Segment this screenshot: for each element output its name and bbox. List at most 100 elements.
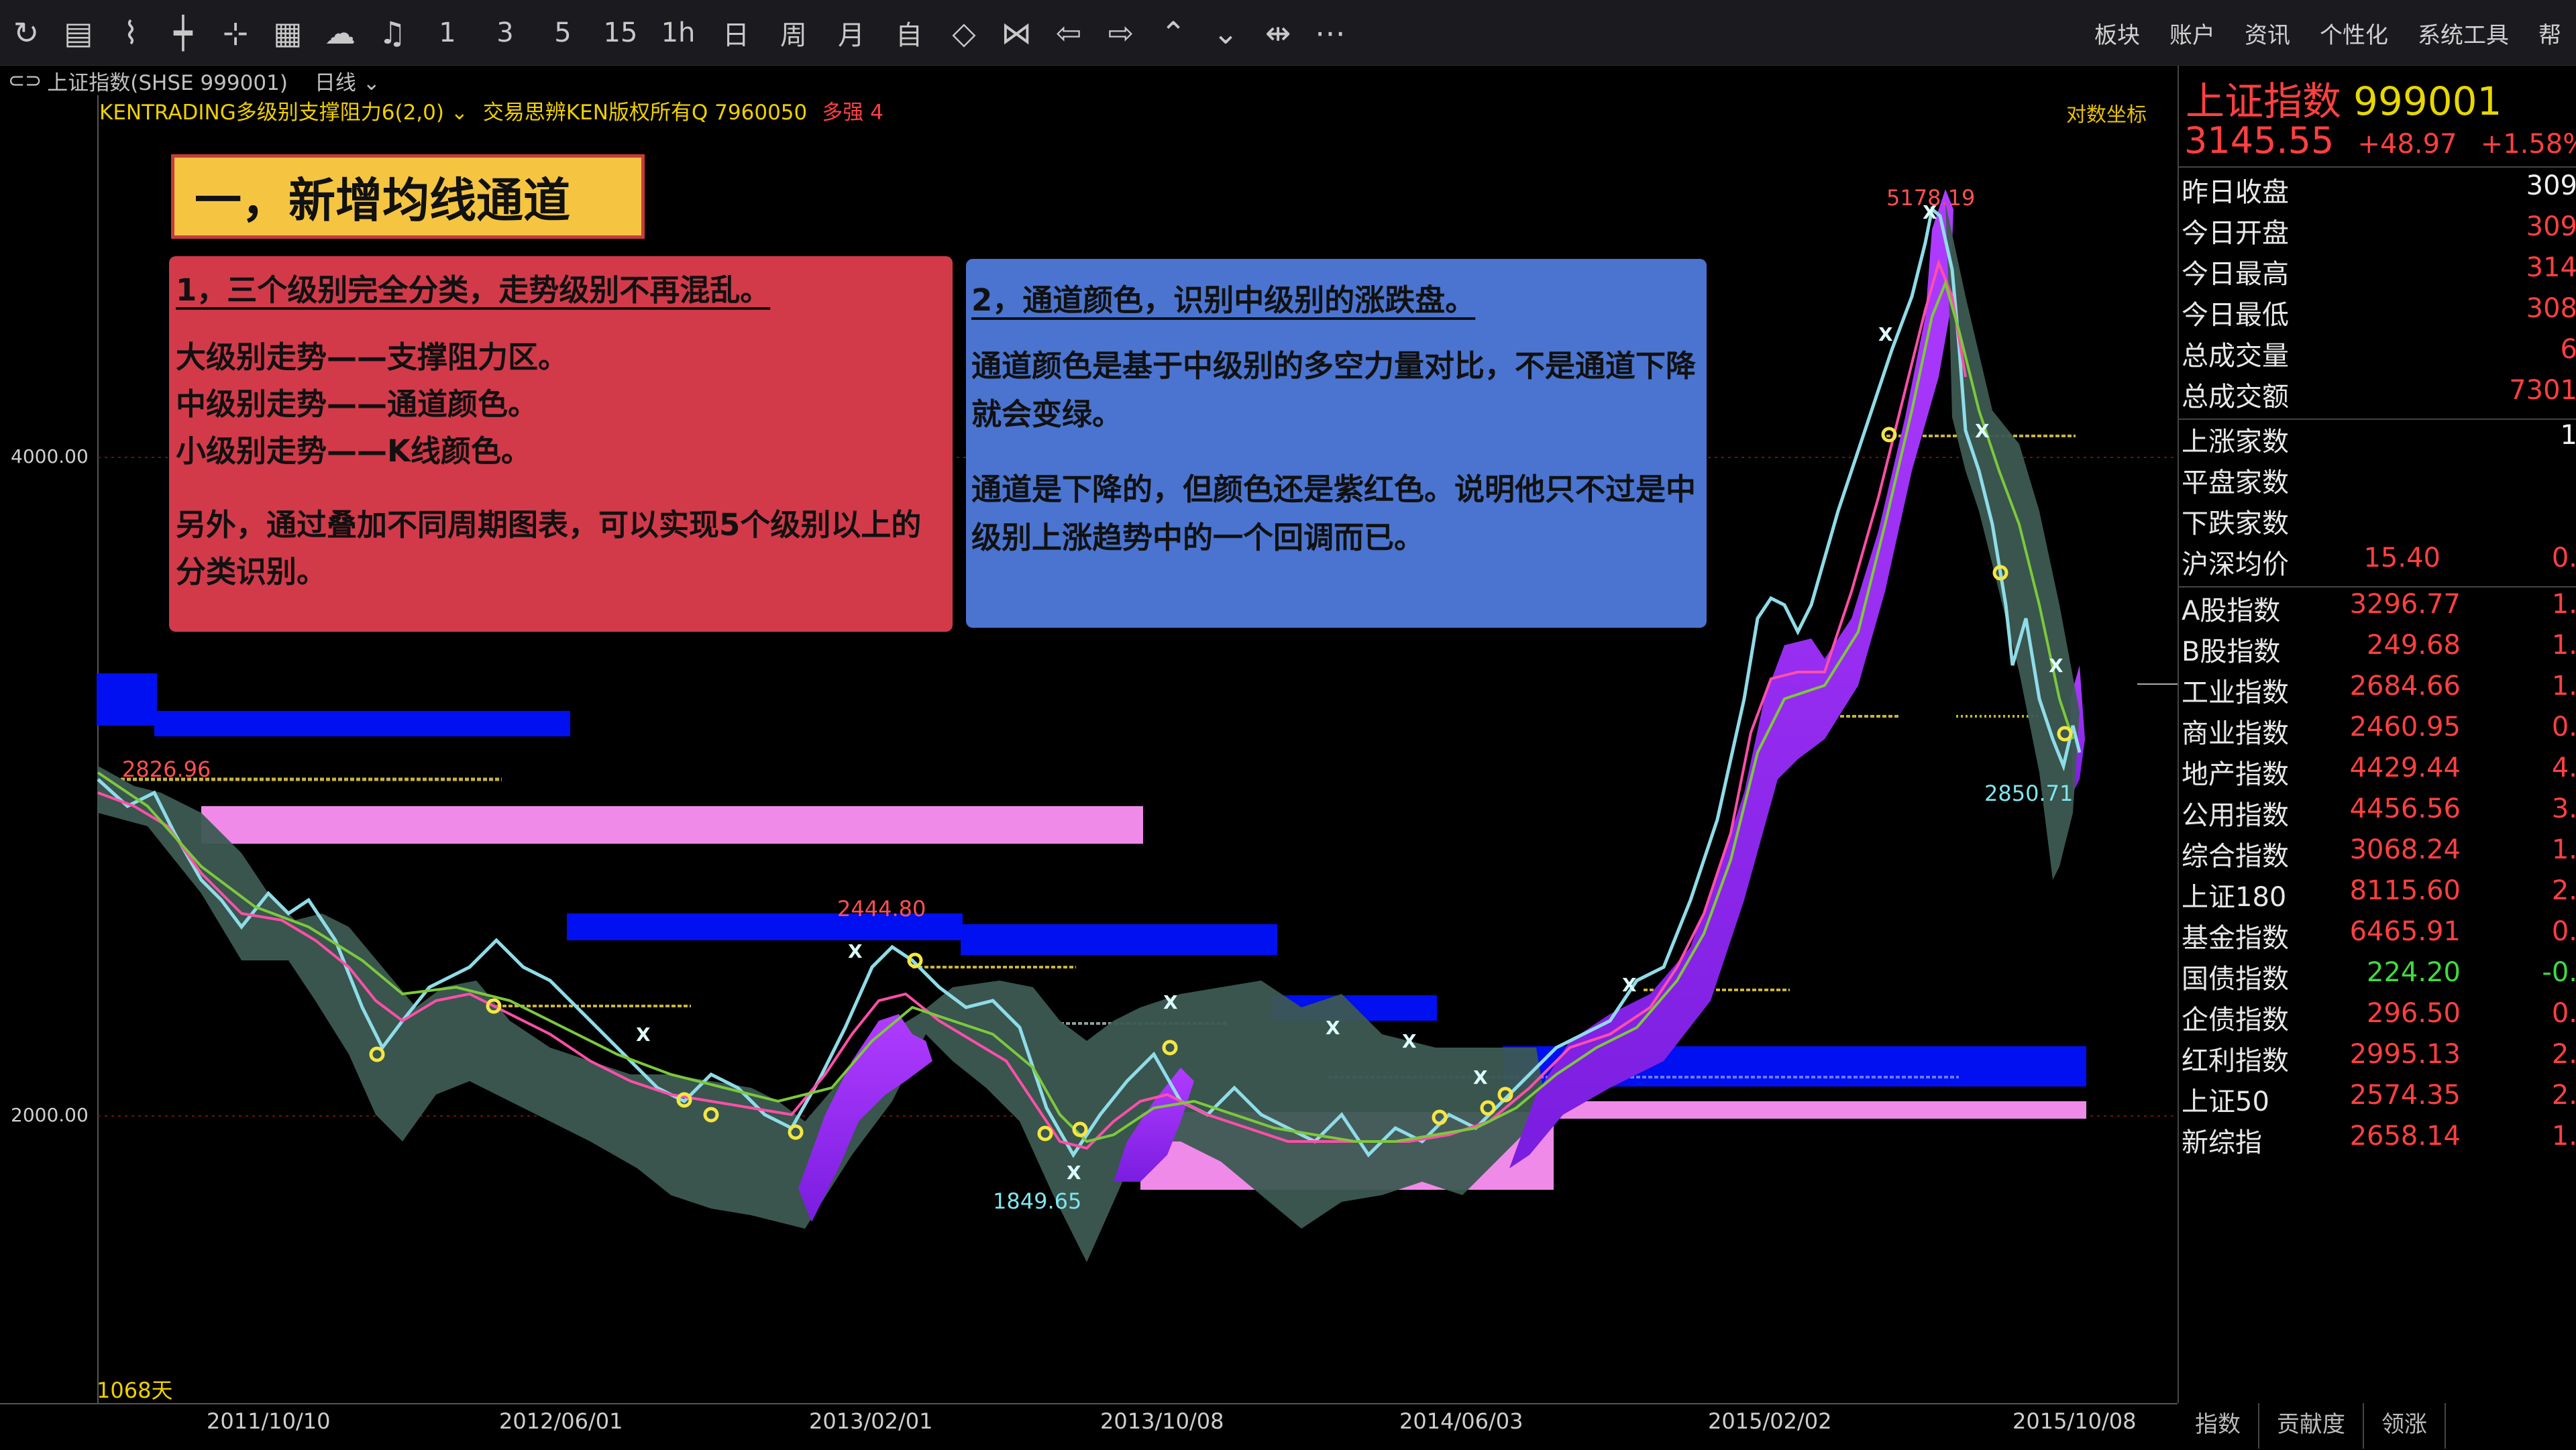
grid-icon[interactable]: ▦ bbox=[262, 0, 314, 66]
red-note-line: 大级别走势——支撑阻力区。 bbox=[176, 339, 569, 375]
tab-index[interactable]: 指数 bbox=[2178, 1403, 2259, 1449]
index-row[interactable]: 红利指数 2995.13 2. bbox=[2179, 1039, 2576, 1080]
quote-panel: 上证指数999001 3145.55 +48.97 +1.58% 昨日收盘309… bbox=[2178, 66, 2576, 1403]
index-row[interactable]: A股指数 3296.77 1. bbox=[2179, 589, 2576, 630]
red-note-line: 小级别走势——K线颜色。 bbox=[176, 433, 531, 469]
fit-icon[interactable]: ⇹ bbox=[1252, 0, 1304, 66]
list-icon[interactable]: ▤ bbox=[52, 0, 105, 66]
menu-news[interactable]: 资讯 bbox=[2230, 17, 2305, 50]
period-15[interactable]: 15 bbox=[592, 0, 649, 66]
toolbar: ↻ ▤ ⌇ ┿ ⊹ ▦ ☁ ♫ 1 3 5 15 1h 日 周 月 自 ◇ ⋈ … bbox=[0, 0, 2576, 66]
left-icon[interactable]: ⇦ bbox=[1042, 0, 1095, 66]
menu-system-tools[interactable]: 系统工具 bbox=[2403, 17, 2524, 50]
period-select[interactable]: 日线 ⌄ bbox=[315, 66, 380, 96]
compare-icon[interactable]: ⋈ bbox=[990, 0, 1042, 66]
index-row[interactable]: 基金指数 6465.91 0. bbox=[2179, 916, 2576, 957]
menu-sector[interactable]: 板块 bbox=[2080, 17, 2155, 50]
quote-name: 上证指数 bbox=[2186, 78, 2342, 124]
ma-channel-neutral bbox=[1945, 203, 2080, 880]
index-row[interactable]: 国债指数 224.20 -0. bbox=[2179, 957, 2576, 998]
menu-personalize[interactable]: 个性化 bbox=[2305, 17, 2403, 50]
index-row[interactable]: 综合指数 3068.24 1. bbox=[2179, 834, 2576, 875]
more-icon[interactable]: ⋯ bbox=[1304, 0, 1356, 66]
period-1h[interactable]: 1h bbox=[649, 0, 707, 66]
quote-change: +48.97 bbox=[2357, 129, 2457, 160]
index-row[interactable]: 公用指数 4456.56 3. bbox=[2179, 793, 2576, 834]
index-row[interactable]: 新综指 2658.14 1. bbox=[2179, 1121, 2576, 1162]
link-icon[interactable]: ⊂⊃ bbox=[8, 69, 42, 93]
svg-text:X: X bbox=[1163, 991, 1178, 1013]
svg-text:X: X bbox=[2049, 655, 2063, 677]
period-5[interactable]: 5 bbox=[534, 0, 592, 66]
date-label: 2015/10/08 bbox=[2012, 1408, 2137, 1434]
stat-row: 总成交量 6 bbox=[2182, 334, 2576, 372]
index-row[interactable]: 上证180 8115.60 2. bbox=[2179, 875, 2576, 916]
index-row[interactable]: B股指数 249.68 1. bbox=[2179, 630, 2576, 671]
kline-icon[interactable]: ⊹ bbox=[209, 0, 262, 66]
period-custom[interactable]: 自 bbox=[880, 0, 938, 66]
candlestick-icon[interactable]: ┿ bbox=[157, 0, 209, 66]
date-label: 2011/10/10 bbox=[207, 1408, 331, 1434]
svg-text:X: X bbox=[1326, 1017, 1340, 1039]
quote-change-pct: +1.58% bbox=[2480, 129, 2576, 160]
svg-text:X: X bbox=[1067, 1162, 1081, 1184]
date-label: 2014/06/03 bbox=[1399, 1408, 1523, 1434]
overlay-icon[interactable]: ◇ bbox=[938, 0, 990, 66]
period-3[interactable]: 3 bbox=[476, 0, 534, 66]
indicator-name[interactable]: KENTRADING多级别支撑阻力6(2,0) ⌄ bbox=[99, 95, 468, 125]
stat-row: 昨日收盘 309 bbox=[2182, 170, 2576, 208]
bell-icon[interactable]: ♫ bbox=[366, 0, 419, 66]
svg-text:X: X bbox=[1473, 1066, 1488, 1089]
date-label: 2013/10/08 bbox=[1100, 1408, 1224, 1434]
tab-contribution[interactable]: 贡献度 bbox=[2259, 1403, 2364, 1449]
breadth-row: 下跌家数 bbox=[2182, 508, 2289, 539]
resistance-zone-blue bbox=[97, 673, 157, 726]
price-2850-label: 2850.71 bbox=[1984, 781, 2074, 806]
svg-text:X: X bbox=[1975, 420, 1990, 442]
index-row[interactable]: 企债指数 296.50 0. bbox=[2179, 998, 2576, 1039]
period-day[interactable]: 日 bbox=[707, 0, 765, 66]
date-label: 2015/02/02 bbox=[1708, 1408, 1832, 1434]
divider bbox=[2179, 166, 2576, 168]
date-label: 2012/06/01 bbox=[499, 1408, 623, 1434]
index-row[interactable]: 工业指数 2684.66 1. bbox=[2179, 671, 2576, 712]
right-icon[interactable]: ⇨ bbox=[1095, 0, 1147, 66]
zoom-out-icon[interactable]: ⌄ bbox=[1199, 0, 1252, 66]
period-month[interactable]: 月 bbox=[822, 0, 880, 66]
log-scale-toggle[interactable]: 对数坐标 bbox=[2066, 98, 2147, 127]
tab-leaders[interactable]: 领涨 bbox=[2364, 1403, 2446, 1449]
line-chart-icon[interactable]: ⌇ bbox=[105, 0, 157, 66]
period-week[interactable]: 周 bbox=[765, 0, 822, 66]
chart-area[interactable]: XXX XXX XXX XXX 5178.19 2826.96 2444.80 … bbox=[0, 95, 2178, 1403]
menu-account[interactable]: 账户 bbox=[2155, 17, 2230, 50]
period-1[interactable]: 1 bbox=[419, 0, 476, 66]
days-counter: 1068天 bbox=[97, 1378, 173, 1403]
support-zone-pink bbox=[1554, 1101, 2086, 1119]
zoom-in-icon[interactable]: ⌃ bbox=[1147, 0, 1199, 66]
axis-label-4000: 4000.00 bbox=[11, 445, 89, 467]
symbol-label: 上证指数(SHSE 999001) bbox=[47, 70, 288, 95]
high-price-label: 5178.19 bbox=[1886, 185, 1976, 211]
svg-text:X: X bbox=[1878, 323, 1893, 345]
svg-text:X: X bbox=[848, 940, 863, 962]
quote-price: 3145.55 bbox=[2184, 119, 2334, 162]
menu-help[interactable]: 帮 bbox=[2524, 17, 2576, 50]
trend-strength: 多强 4 bbox=[822, 100, 883, 125]
resistance-zone-blue bbox=[961, 924, 1277, 955]
copyright-label: 交易思辨KEN版权所有Q 7960050 bbox=[482, 100, 808, 125]
index-row[interactable]: 上证50 2574.35 2. bbox=[2179, 1080, 2576, 1121]
breadth-row: 沪深均价 15.40 0. bbox=[2182, 543, 2576, 580]
stat-row: 今日最低 308 bbox=[2182, 293, 2576, 331]
chevron-down-icon: ⌄ bbox=[443, 100, 468, 125]
quote-title: 上证指数 999001 bbox=[2186, 70, 2502, 126]
cloud-icon[interactable]: ☁ bbox=[314, 0, 366, 66]
annotation-blue-note: 2，通道颜色，识别中级别的涨跌盘。 通道颜色是基于中级别的多空力量对比，不是通道… bbox=[966, 259, 1707, 628]
index-row[interactable]: 地产指数 4429.44 4. bbox=[2179, 752, 2576, 793]
panel-tabs: 指数 贡献度 领涨 bbox=[2178, 1403, 2576, 1449]
refresh-icon[interactable]: ↻ bbox=[0, 0, 52, 66]
index-row[interactable]: 商业指数 2460.95 0. bbox=[2179, 712, 2576, 752]
blue-note-paragraph: 通道是下降的，但颜色还是紫红色。说明他只不过是中级别上涨趋势中的一个回调而已。 bbox=[971, 471, 1697, 555]
price-2826-label: 2826.96 bbox=[122, 757, 211, 782]
annotation-red-note: 1，三个级别完全分类，走势级别不再混乱。 大级别走势——支撑阻力区。 中级别走势… bbox=[169, 256, 953, 632]
price-2444-label: 2444.80 bbox=[837, 896, 926, 922]
